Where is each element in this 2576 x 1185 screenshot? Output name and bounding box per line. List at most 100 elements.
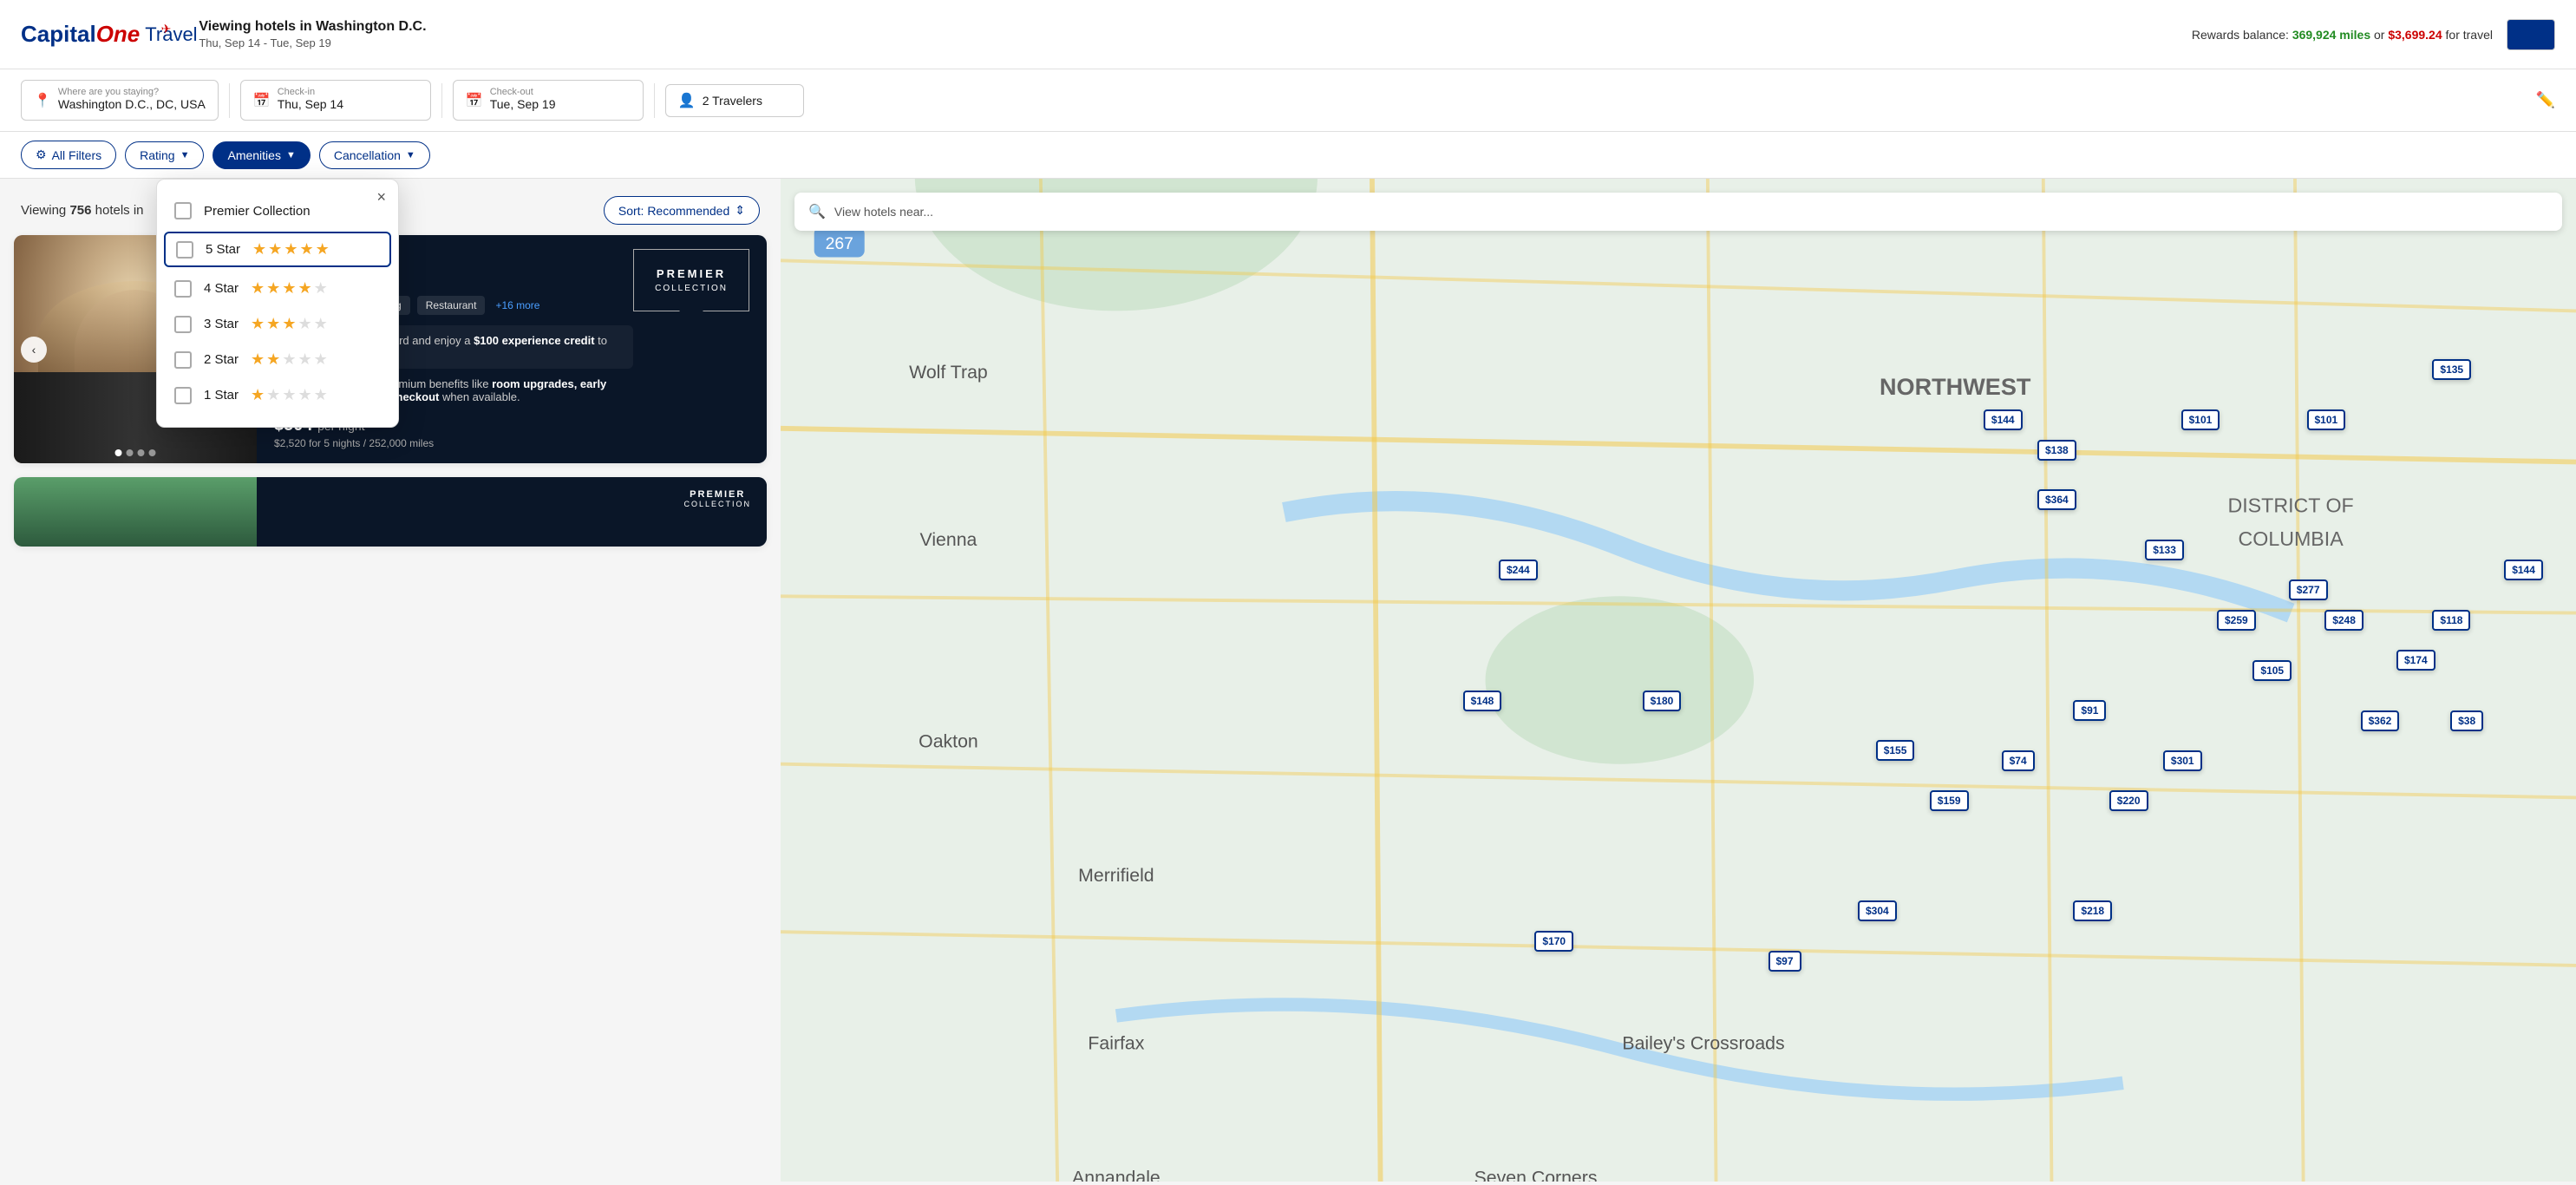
logo-capital: Capital <box>21 21 96 48</box>
logo: Capital One Travel ✈ <box>21 21 171 48</box>
price-pin-0[interactable]: $135 <box>2432 359 2471 380</box>
price-pin-23[interactable]: $159 <box>1930 790 1969 811</box>
premier-badge: PREMIER COLLECTION <box>633 249 749 311</box>
premier-subtitle: COLLECTION <box>655 284 728 293</box>
dot-2[interactable] <box>127 449 134 456</box>
price-pin-8[interactable]: $277 <box>2289 579 2328 600</box>
price-pin-22[interactable]: $301 <box>2163 750 2202 771</box>
search-divider-3 <box>654 83 655 118</box>
dot-3[interactable] <box>138 449 145 456</box>
svg-text:DISTRICT OF: DISTRICT OF <box>2227 494 2353 517</box>
cancellation-filter-button[interactable]: Cancellation ▼ <box>319 141 430 169</box>
price-pin-3[interactable]: $101 <box>2181 409 2220 430</box>
header-right: Rewards balance: 369,924 miles or $3,699… <box>2192 19 2555 50</box>
calendar-icon-checkout: 📅 <box>466 92 483 109</box>
travelers-field[interactable]: 👤 2 Travelers <box>665 84 804 117</box>
2star-stars: ★ ★ ★ ★ ★ <box>251 350 328 369</box>
premier-collection-label: Premier Collection <box>204 204 311 219</box>
sort-label: Sort: Recommended <box>618 204 729 218</box>
amenity-item-4star[interactable]: 4 Star ★ ★ ★ ★ ★ <box>157 271 398 306</box>
map-search-text[interactable]: View hotels near... <box>834 205 933 219</box>
amenity-item-1star[interactable]: 1 Star ★ ★ ★ ★ ★ <box>157 377 398 413</box>
price-pin-13[interactable]: $174 <box>2396 650 2435 671</box>
destination-field[interactable]: 📍 Where are you staying? Washington D.C.… <box>21 80 219 121</box>
filter-icon: ⚙ <box>36 147 47 162</box>
search-info-dates: Thu, Sep 14 - Tue, Sep 19 <box>199 36 426 49</box>
amenity-item-2star[interactable]: 2 Star ★ ★ ★ ★ ★ <box>157 342 398 377</box>
dot-4[interactable] <box>149 449 156 456</box>
edit-search-button[interactable]: ✏️ <box>2536 91 2555 109</box>
2star-checkbox[interactable] <box>174 351 192 369</box>
svg-text:267: 267 <box>826 234 853 253</box>
amenity-more[interactable]: +16 more <box>492 296 543 315</box>
price-pin-27[interactable]: $97 <box>1769 951 1801 972</box>
1star-stars: ★ ★ ★ ★ ★ <box>251 386 328 404</box>
amenity-item-3star[interactable]: 3 Star ★ ★ ★ ★ ★ <box>157 306 398 342</box>
price-pin-25[interactable]: $304 <box>1858 900 1897 921</box>
price-pin-17[interactable]: $91 <box>2073 700 2106 721</box>
all-filters-label: All Filters <box>52 148 102 162</box>
price-pin-21[interactable]: $74 <box>2002 750 2035 771</box>
1star-label: 1 Star <box>204 388 239 403</box>
checkin-field[interactable]: 📅 Check-in Thu, Sep 14 <box>240 80 431 121</box>
amenities-label: Amenities <box>227 148 280 162</box>
cancellation-chevron-icon: ▼ <box>406 150 415 160</box>
image-dots <box>115 449 156 456</box>
sort-button[interactable]: Sort: Recommended ⇕ <box>604 196 760 225</box>
all-filters-button[interactable]: ⚙ All Filters <box>21 141 116 169</box>
3star-checkbox[interactable] <box>174 316 192 333</box>
1star-checkbox[interactable] <box>174 387 192 404</box>
price-pin-6[interactable]: $133 <box>2145 540 2184 560</box>
logo-swish: ✈ <box>161 22 172 36</box>
price-pin-24[interactable]: $220 <box>2109 790 2148 811</box>
dot-1[interactable] <box>115 449 122 456</box>
price-pin-2[interactable]: $138 <box>2037 440 2076 461</box>
price-pin-10[interactable]: $248 <box>2324 610 2364 631</box>
dropdown-close-button[interactable]: × <box>376 188 386 206</box>
price-pin-26[interactable]: $218 <box>2073 900 2112 921</box>
price-pin-28[interactable]: $170 <box>1534 931 1573 952</box>
premier-badge-2-sub: COLLECTION <box>683 500 751 508</box>
price-pin-20[interactable]: $155 <box>1876 740 1915 761</box>
price-pin-15[interactable]: $148 <box>1463 691 1502 711</box>
premier-badge-container: PREMIER COLLECTION <box>633 249 749 311</box>
5star-checkbox[interactable] <box>176 241 193 259</box>
3star-label: 3 Star <box>204 317 239 331</box>
price-pin-19[interactable]: $38 <box>2450 710 2483 731</box>
credit-card-thumbnail <box>2507 19 2555 50</box>
hotel-image-2 <box>14 477 257 547</box>
price-pin-4[interactable]: $101 <box>2307 409 2346 430</box>
price-pin-9[interactable]: $259 <box>2217 610 2256 631</box>
premier-badge-2-title: PREMIER <box>683 489 751 500</box>
image-prev-button[interactable]: ‹ <box>21 337 47 363</box>
map-search-bar: 🔍 View hotels near... <box>794 193 2562 231</box>
price-pin-14[interactable]: $105 <box>2252 660 2292 681</box>
premier-collection-checkbox[interactable] <box>174 202 192 219</box>
3star-stars: ★ ★ ★ ★ ★ <box>251 315 328 333</box>
price-pin-16[interactable]: $180 <box>1643 691 1682 711</box>
rating-filter-button[interactable]: Rating ▼ <box>125 141 204 169</box>
amenity-item-premier-collection[interactable]: Premier Collection <box>157 193 398 228</box>
price-pin-12[interactable]: $144 <box>2504 560 2543 580</box>
price-pin-7[interactable]: $244 <box>1499 560 1538 580</box>
svg-text:NORTHWEST: NORTHWEST <box>1880 373 2031 400</box>
hotel-card-2[interactable]: PREMIER COLLECTION <box>14 477 767 547</box>
destination-value: Washington D.C., DC, USA <box>58 97 206 111</box>
map-svg: NORTHWEST DISTRICT OF COLUMBIA Great Fal… <box>781 179 2576 1182</box>
rewards-or: or <box>2374 28 2384 42</box>
price-pin-1[interactable]: $144 <box>1984 409 2023 430</box>
svg-text:Merrifield: Merrifield <box>1078 865 1154 886</box>
price-pin-5[interactable]: $364 <box>2037 489 2076 510</box>
price-pin-18[interactable]: $362 <box>2361 710 2400 731</box>
map-search-icon: 🔍 <box>808 203 826 220</box>
filters-bar: ⚙ All Filters Rating ▼ Amenities ▼ Cance… <box>0 132 2576 179</box>
amenity-item-5star[interactable]: 5 Star ★ ★ ★ ★ ★ <box>164 232 391 267</box>
premier-badge-arrow <box>679 311 703 323</box>
rating-chevron-icon: ▼ <box>180 150 190 160</box>
amenities-filter-button[interactable]: Amenities ▼ <box>212 141 310 169</box>
price-pin-11[interactable]: $118 <box>2432 610 2470 631</box>
4star-checkbox[interactable] <box>174 280 192 298</box>
checkout-field[interactable]: 📅 Check-out Tue, Sep 19 <box>453 80 644 121</box>
rewards-suffix: for travel <box>2446 28 2493 42</box>
search-bar: 📍 Where are you staying? Washington D.C.… <box>0 69 2576 132</box>
